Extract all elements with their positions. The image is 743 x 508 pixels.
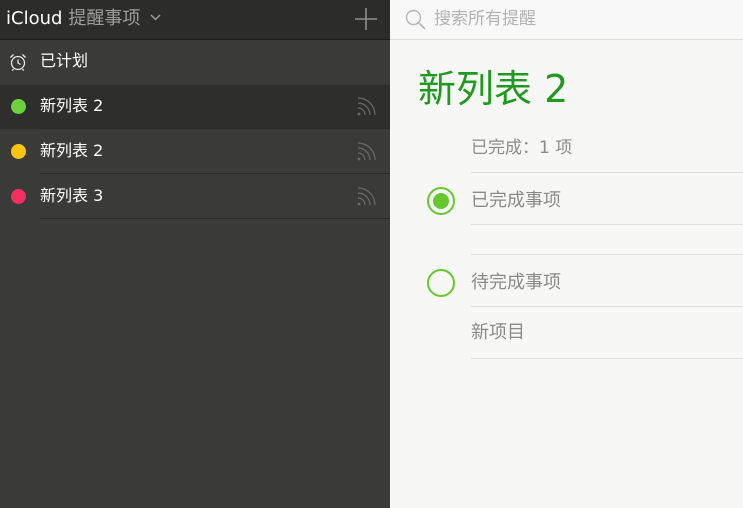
reminder-title[interactable]: 已完成事项 (471, 190, 561, 212)
list-color-dot (11, 144, 26, 159)
sidebar-list-name: 新列表 2 (40, 96, 104, 115)
add-list-button[interactable] (353, 6, 379, 32)
incomplete-checkbox[interactable] (427, 269, 455, 297)
sidebar-list-item[interactable]: 新列表 3 (0, 175, 390, 219)
row-divider (471, 172, 743, 173)
row-divider (471, 254, 743, 255)
reminder-title[interactable]: 待完成事项 (471, 272, 561, 294)
row-divider (471, 306, 743, 307)
sidebar: iCloud 提醒事项 已计划 新列表 2 新列表 2 新列表 3 (0, 0, 390, 508)
search-icon (405, 9, 426, 30)
brand-label: iCloud (6, 8, 63, 29)
reminder-item: 已完成事项 (390, 181, 743, 221)
completed-checkbox[interactable] (427, 187, 455, 215)
search-input[interactable] (434, 7, 724, 31)
sidebar-header: iCloud 提醒事项 (0, 0, 390, 40)
app-name: 提醒事项 (68, 8, 141, 29)
sidebar-list-item[interactable]: 新列表 2 (0, 130, 390, 174)
sidebar-item-label: 已计划 (40, 51, 89, 70)
list-title: 新列表 2 (418, 67, 569, 111)
list-color-dot (11, 99, 26, 114)
sidebar-list-name: 新列表 2 (40, 141, 104, 160)
search-bar (390, 0, 743, 40)
shared-list-icon[interactable] (356, 187, 378, 207)
list-divider (40, 128, 390, 129)
list-divider (40, 218, 390, 219)
sidebar-list-name: 新列表 3 (40, 186, 104, 205)
sidebar-list-item[interactable]: 新列表 2 (0, 85, 390, 129)
list-color-dot (11, 189, 26, 204)
shared-list-icon[interactable] (356, 142, 378, 162)
row-divider (471, 224, 743, 225)
chevron-down-icon (150, 14, 161, 21)
reminders-main: 新列表 2 已完成：1 项 已完成事项 待完成事项 新项目 (390, 0, 743, 508)
alarm-clock-icon (10, 54, 26, 71)
list-divider (40, 173, 390, 174)
reminder-item: 待完成事项 (390, 263, 743, 303)
row-divider (471, 358, 743, 359)
app-switcher[interactable]: iCloud 提醒事项 (6, 7, 161, 31)
new-item-input[interactable]: 新项目 (471, 322, 525, 344)
completed-count-toggle[interactable]: 已完成：1 项 (471, 137, 572, 159)
sidebar-item-scheduled[interactable]: 已计划 (0, 41, 390, 83)
shared-list-icon[interactable] (356, 97, 378, 117)
